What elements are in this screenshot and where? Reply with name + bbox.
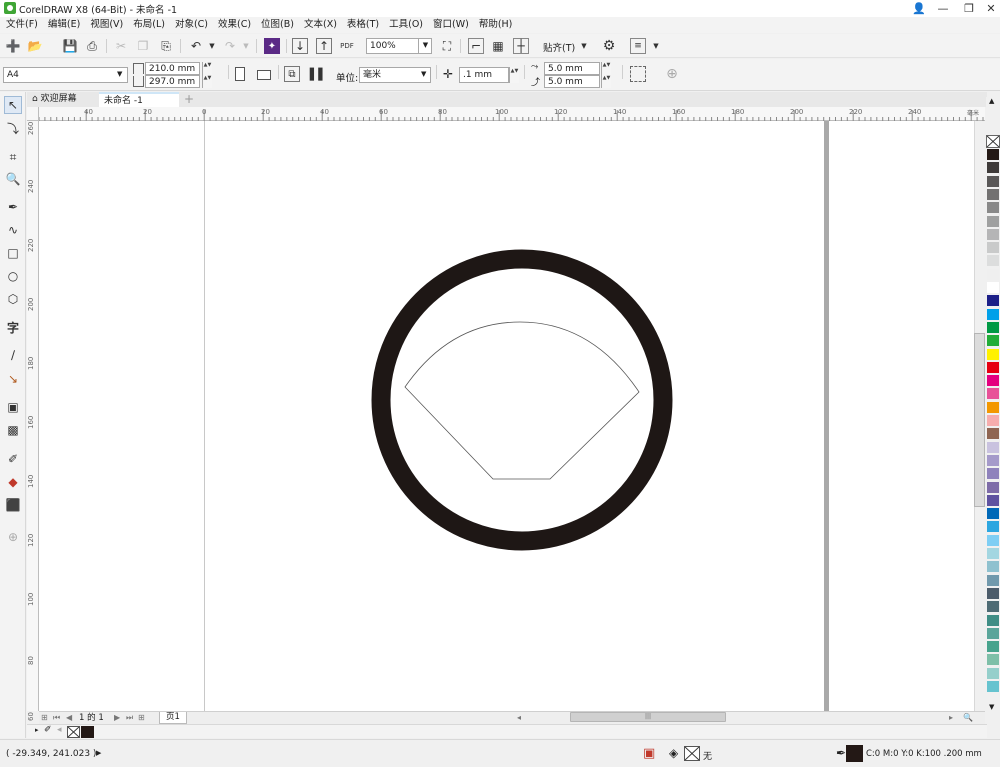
palette-swatch[interactable]	[987, 667, 999, 680]
ring-shape[interactable]	[371, 249, 673, 551]
navigator-zoom-icon[interactable]: 🔍	[963, 712, 973, 724]
palette-swatch[interactable]	[987, 242, 999, 255]
palette-menu-icon[interactable]: ▸	[35, 726, 39, 734]
palette-swatch[interactable]	[987, 454, 999, 467]
palette-swatch[interactable]	[987, 348, 999, 361]
palette-swatch[interactable]	[987, 574, 999, 587]
palette-swatch[interactable]	[987, 548, 999, 560]
palette-swatch[interactable]	[987, 627, 999, 640]
scroll-right-icon[interactable]: ▸	[949, 712, 953, 724]
palette-swatch[interactable]	[987, 308, 999, 321]
palette-swatch[interactable]	[987, 188, 999, 201]
status-expand-icon[interactable]: ▶	[96, 749, 101, 757]
palette-swatch[interactable]	[987, 295, 999, 308]
palette-swatch[interactable]	[987, 202, 999, 215]
no-color-palette-swatch[interactable]	[986, 135, 1000, 148]
palette-swatch[interactable]	[987, 162, 999, 175]
cursor-coordinates: ( -29.349, 241.023 )	[6, 749, 97, 759]
color-palette: ▲ ▼	[986, 97, 1000, 717]
palette-swatch[interactable]	[987, 654, 999, 667]
outline-pen-icon: ✒	[836, 746, 847, 760]
palette-swatch[interactable]	[987, 601, 999, 614]
horizontal-scroll-thumb[interactable]: |||	[570, 712, 726, 722]
outline-color-swatch[interactable]	[846, 745, 863, 762]
next-page-icon[interactable]: ▶	[114, 712, 120, 724]
add-page-after-icon[interactable]: ⊞	[138, 712, 145, 724]
add-page-before-icon[interactable]: ⊞	[41, 712, 48, 724]
palette-swatch[interactable]	[987, 508, 999, 521]
palette-swatch[interactable]	[987, 641, 999, 654]
current-page-number: 1	[79, 713, 85, 723]
first-page-icon[interactable]: ⏮	[53, 712, 60, 724]
palette-swatch[interactable]	[987, 494, 999, 507]
page-of-label: 的	[87, 713, 96, 723]
last-page-icon[interactable]: ⏭	[126, 712, 133, 724]
palette-swatch[interactable]	[987, 215, 999, 228]
palette-swatch[interactable]	[987, 228, 999, 241]
page-navigator: ⊞ ⏮ ◀ 1 的 1 ▶ ⏭ ⊞ 页1 ◂ ▸ 🔍	[39, 711, 985, 724]
palette-swatch[interactable]	[987, 441, 999, 454]
total-pages: 1	[98, 713, 104, 723]
palette-scroll-icon[interactable]: ◂	[57, 725, 62, 735]
palette-swatch[interactable]	[987, 361, 999, 374]
artwork-layer	[371, 249, 673, 551]
palette-swatch[interactable]	[987, 415, 999, 427]
eyedropper-icon[interactable]: ✐	[44, 725, 52, 735]
palette-swatch[interactable]	[987, 561, 999, 574]
palette-swatch[interactable]	[987, 428, 999, 441]
palette-scroll-down-icon[interactable]: ▼	[989, 703, 994, 711]
scroll-left-icon[interactable]: ◂	[517, 712, 521, 724]
palette-swatch[interactable]	[987, 282, 999, 294]
palette-scroll-up-icon[interactable]: ▲	[989, 97, 994, 105]
palette-swatch[interactable]	[987, 255, 999, 268]
black-swatch[interactable]	[81, 726, 94, 738]
palette-swatch[interactable]	[987, 375, 999, 388]
palette-swatch[interactable]	[987, 521, 999, 534]
palette-swatch[interactable]	[987, 335, 999, 348]
no-color-cross-icon	[68, 727, 79, 737]
fill-status-text: 无	[703, 752, 713, 762]
document-color-settings-icon[interactable]: ▣	[643, 746, 655, 761]
palette-swatch[interactable]	[987, 614, 999, 627]
page-tab[interactable]: 页1	[159, 712, 187, 724]
palette-swatch[interactable]	[987, 149, 999, 161]
fill-none-swatch[interactable]	[684, 746, 700, 761]
palette-swatch[interactable]	[987, 468, 999, 481]
palette-swatch[interactable]	[987, 401, 999, 414]
palette-swatch[interactable]	[987, 175, 999, 188]
palette-swatch[interactable]	[987, 534, 999, 547]
palette-swatch[interactable]	[987, 681, 999, 693]
palette-swatch[interactable]	[987, 481, 999, 494]
outline-status-text: C:0 M:0 Y:0 K:100 .200 mm	[866, 749, 982, 759]
fill-bucket-icon: ◈	[669, 746, 679, 760]
no-color-x-icon	[987, 136, 999, 147]
previous-page-icon[interactable]: ◀	[66, 712, 72, 724]
no-color-swatch[interactable]	[67, 726, 80, 738]
palette-swatch[interactable]	[987, 321, 999, 334]
status-bar: ( -29.349, 241.023 ) ▶ ▣ ◈ 无 ✒ C:0 M:0 Y…	[0, 739, 1000, 767]
palette-swatch[interactable]	[987, 388, 999, 401]
palette-swatch[interactable]	[987, 268, 999, 281]
page-counter: 1 的 1	[79, 712, 104, 724]
vertical-scroll-thumb[interactable]	[974, 333, 985, 507]
no-fill-cross-icon	[685, 747, 699, 760]
document-palette: ▸ ✐ ◂	[27, 724, 987, 738]
fan-shape[interactable]	[404, 321, 640, 480]
palette-swatch[interactable]	[987, 587, 999, 600]
